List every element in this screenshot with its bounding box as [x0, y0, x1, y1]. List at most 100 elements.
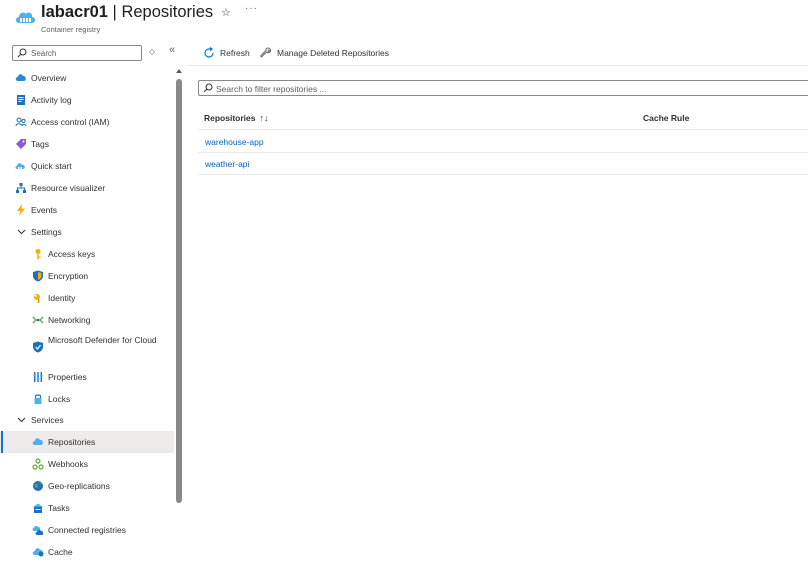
page-title: labacr01 | Repositories: [41, 3, 213, 22]
network-icon: [32, 316, 44, 324]
sidebar-item-webhooks[interactable]: Webhooks: [0, 453, 174, 475]
sidebar-item-label: Repositories: [48, 437, 96, 447]
sidebar-item-label: Networking: [48, 315, 91, 325]
page-header: labacr01 | Repositories ☆ ··· Container …: [0, 0, 808, 40]
sidebar: Search ◇ « Overview Activity log Access …: [0, 40, 186, 563]
sidebar-item-resource-visualizer[interactable]: Resource visualizer: [0, 177, 174, 199]
cloud-icon: [15, 74, 26, 81]
quickstart-icon: [15, 163, 25, 169]
sidebar-item-tasks[interactable]: Tasks: [0, 497, 174, 519]
resource-name: labacr01: [41, 3, 108, 21]
hierarchy-icon: [16, 183, 26, 193]
sidebar-item-label: Cache: [48, 547, 73, 557]
sidebar-scroll-thumb[interactable]: [176, 79, 182, 503]
refresh-label: Refresh: [220, 48, 250, 58]
connected-registry-icon: [32, 525, 44, 535]
sidebar-item-label: Microsoft Defender for Cloud: [48, 335, 157, 345]
sidebar-item-overview[interactable]: Overview: [0, 67, 174, 89]
sidebar-item-label: Overview: [31, 73, 67, 83]
filter-placeholder: Search to filter repositories ...: [216, 84, 327, 94]
sidebar-item-label: Connected registries: [48, 525, 126, 535]
chevron-down-icon: [17, 229, 26, 235]
sidebar-item-label: Identity: [48, 293, 76, 303]
sidebar-item-repositories[interactable]: Repositories: [0, 431, 174, 453]
sidebar-item-label: Activity log: [31, 95, 72, 105]
sidebar-item-label: Tasks: [48, 503, 70, 513]
sidebar-item-tags[interactable]: Tags: [0, 133, 174, 155]
repository-link[interactable]: warehouse-app: [205, 137, 264, 147]
repository-cloud-icon: [32, 438, 43, 445]
people-icon: [15, 117, 27, 127]
refresh-button[interactable]: Refresh: [203, 47, 250, 59]
sidebar-item-label: Events: [31, 205, 57, 215]
star-icon[interactable]: ☆: [221, 6, 231, 19]
resource-type-subtitle: Container registry: [41, 25, 101, 34]
tag-icon: [16, 139, 26, 149]
sidebar-item-networking[interactable]: Networking: [0, 309, 174, 331]
sort-icon[interactable]: ↑↓: [260, 113, 269, 123]
page-title-text: Repositories: [121, 3, 214, 21]
chevron-down-icon: [17, 417, 26, 423]
manage-deleted-label: Manage Deleted Repositories: [277, 48, 389, 58]
sidebar-item-locks[interactable]: Locks: [0, 388, 174, 410]
manage-deleted-repositories-button[interactable]: Manage Deleted Repositories: [260, 47, 389, 59]
sidebar-item-microsoft-defender[interactable]: Microsoft Defender for Cloud: [0, 331, 174, 363]
properties-icon: [33, 372, 43, 382]
tasks-icon: [33, 503, 43, 513]
sidebar-item-label: Geo-replications: [48, 481, 110, 491]
sidebar-item-label: Services: [31, 415, 64, 425]
identity-icon: [34, 294, 40, 303]
table-header: Repositories ↑↓ Cache Rule: [198, 108, 808, 130]
sidebar-item-events[interactable]: Events: [0, 199, 174, 221]
sidebar-group-services[interactable]: Services: [0, 409, 174, 431]
sidebar-search-input[interactable]: Search: [12, 45, 142, 61]
wrench-icon: [260, 47, 272, 58]
scroll-up-icon[interactable]: [176, 69, 182, 73]
sidebar-item-connected-registries[interactable]: Connected registries: [0, 519, 174, 541]
column-header-label: Repositories: [204, 113, 256, 123]
column-header-cache-rule: Cache Rule: [643, 113, 689, 123]
column-header-label: Cache Rule: [643, 113, 690, 123]
column-header-repositories[interactable]: Repositories ↑↓: [204, 113, 269, 123]
sidebar-item-properties[interactable]: Properties: [0, 366, 174, 388]
sidebar-search-placeholder: Search: [31, 49, 57, 58]
sidebar-item-label: Settings: [31, 227, 62, 237]
sidebar-item-label: Access control (IAM): [31, 117, 110, 127]
sidebar-item-label: Tags: [31, 139, 49, 149]
defender-shield-icon: [33, 341, 43, 353]
sidebar-item-label: Encryption: [48, 271, 89, 281]
cache-icon: [32, 548, 44, 557]
sidebar-toggle-icon[interactable]: ◇: [149, 47, 155, 56]
sidebar-item-identity[interactable]: Identity: [0, 287, 174, 309]
command-bar: Refresh Manage Deleted Repositories: [186, 40, 808, 66]
lightning-icon: [17, 204, 25, 216]
search-icon: [203, 83, 213, 93]
more-options-button[interactable]: ···: [245, 3, 258, 14]
lock-icon: [34, 394, 42, 404]
sidebar-item-label: Locks: [48, 394, 71, 404]
sidebar-group-settings[interactable]: Settings: [0, 221, 174, 243]
sidebar-item-cache[interactable]: Cache: [0, 541, 174, 563]
sidebar-item-label: Resource visualizer: [31, 183, 106, 193]
search-icon: [17, 48, 27, 58]
sidebar-item-geo-replications[interactable]: Geo-replications: [0, 475, 174, 497]
table-row: weather-api: [198, 153, 808, 175]
title-separator: |: [107, 3, 122, 21]
filter-repositories-input[interactable]: Search to filter repositories ...: [198, 80, 808, 96]
activity-log-icon: [17, 95, 25, 105]
sidebar-item-encryption[interactable]: Encryption: [0, 265, 174, 287]
sidebar-item-access-control[interactable]: Access control (IAM): [0, 111, 174, 133]
table-row: warehouse-app: [198, 131, 808, 153]
collapse-sidebar-icon[interactable]: «: [169, 44, 175, 56]
container-registry-logo-icon: [16, 12, 35, 23]
sidebar-item-access-keys[interactable]: Access keys: [0, 243, 174, 265]
sidebar-item-quick-start[interactable]: Quick start: [0, 155, 174, 177]
repository-link[interactable]: weather-api: [205, 159, 249, 169]
key-icon: [35, 249, 41, 260]
refresh-icon: [204, 47, 214, 58]
sidebar-item-activity-log[interactable]: Activity log: [0, 89, 174, 111]
webhook-icon: [32, 458, 44, 470]
sidebar-item-label: Webhooks: [48, 459, 89, 469]
globe-icon: [33, 481, 43, 491]
sidebar-item-label: Properties: [48, 372, 87, 382]
